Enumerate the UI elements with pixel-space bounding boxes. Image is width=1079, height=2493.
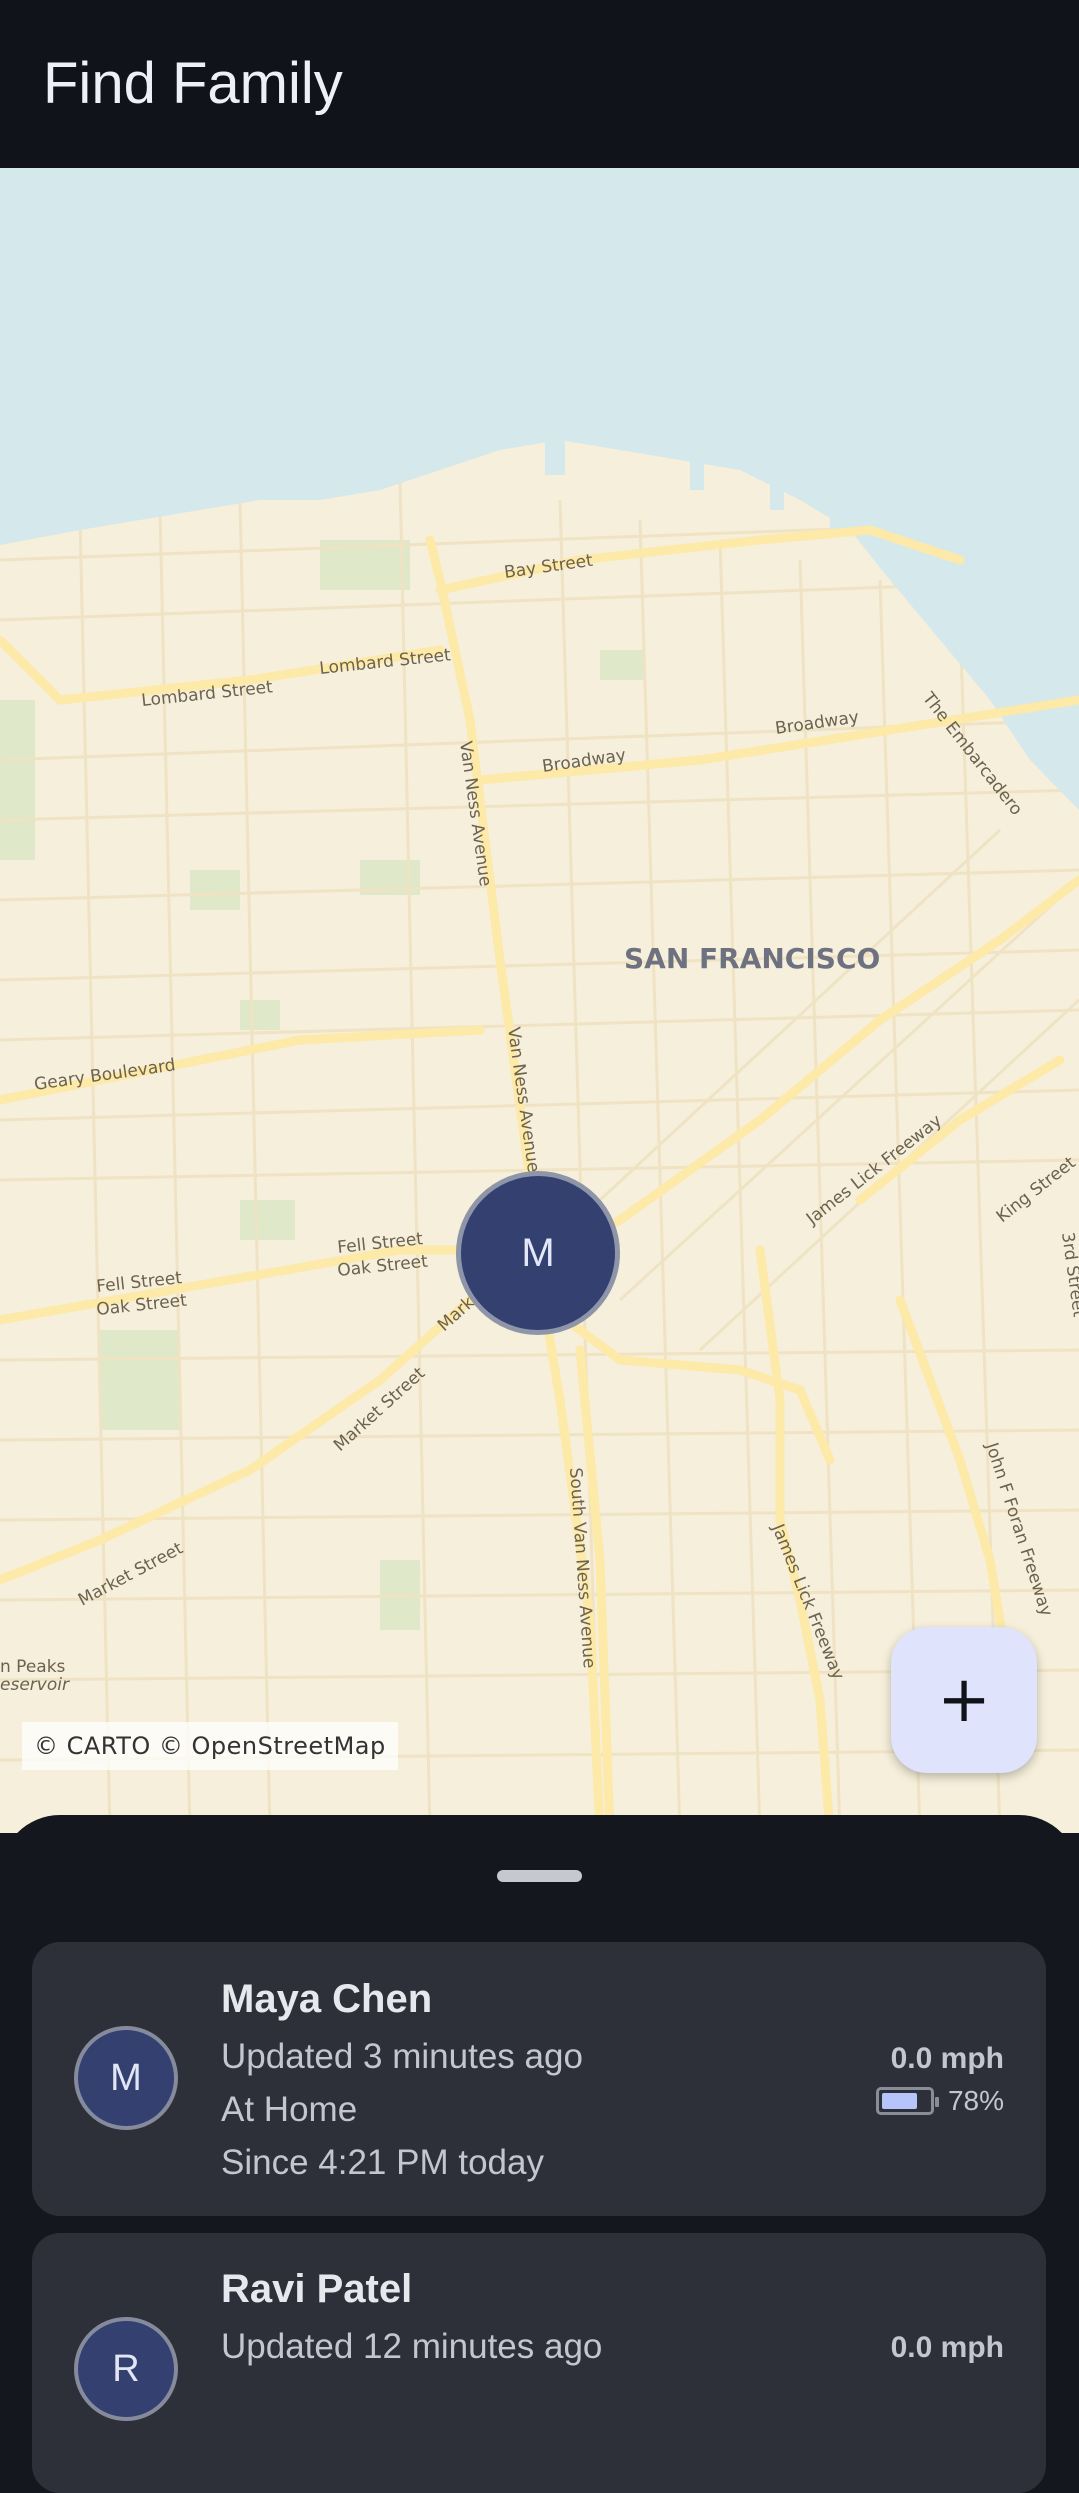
member-battery: 78% <box>875 2085 1004 2117</box>
battery-fill <box>881 2093 917 2109</box>
app-bar: Find Family <box>0 0 1079 168</box>
avatar-initial: M <box>110 2056 142 2099</box>
member-since: Since 4:21 PM today <box>221 2143 544 2182</box>
member-name: Maya Chen <box>221 1977 433 2021</box>
member-updated: Updated 12 minutes ago <box>221 2327 603 2366</box>
map-view[interactable]: Bay Street Lombard Street Lombard Street… <box>0 168 1079 1833</box>
marker-initial: M <box>521 1230 555 1275</box>
member-map-marker[interactable]: M <box>456 1171 620 1335</box>
member-speed: 0.0 mph <box>890 2042 1004 2075</box>
avatar: R <box>74 2317 178 2421</box>
label-reservoir: eservoir <box>0 1675 70 1695</box>
label-reservoir: n Peaks <box>0 1657 66 1677</box>
battery-percent: 78% <box>947 2085 1004 2116</box>
avatar: M <box>74 2026 178 2130</box>
battery-icon <box>875 2087 939 2115</box>
member-speed: 0.0 mph <box>890 2331 1004 2364</box>
member-updated: Updated 3 minutes ago <box>221 2037 583 2076</box>
drag-handle[interactable] <box>497 1870 582 1882</box>
member-name: Ravi Patel <box>221 2267 413 2311</box>
member-card[interactable]: R Ravi Patel Updated 12 minutes ago 0.0 … <box>32 2233 1046 2493</box>
map-canvas[interactable]: Bay Street Lombard Street Lombard Street… <box>0 168 1079 1833</box>
label-san-francisco: SAN FRANCISCO <box>624 942 880 975</box>
add-member-button[interactable]: + <box>891 1627 1037 1773</box>
app-title: Find Family <box>43 51 343 116</box>
member-place: At Home <box>221 2090 358 2129</box>
member-card[interactable]: M Maya Chen Updated 3 minutes ago At Hom… <box>32 1942 1046 2216</box>
map-attribution[interactable]: © CARTO © OpenStreetMap <box>22 1722 398 1770</box>
avatar-initial: R <box>112 2347 140 2390</box>
add-icon: + <box>937 1663 991 1737</box>
